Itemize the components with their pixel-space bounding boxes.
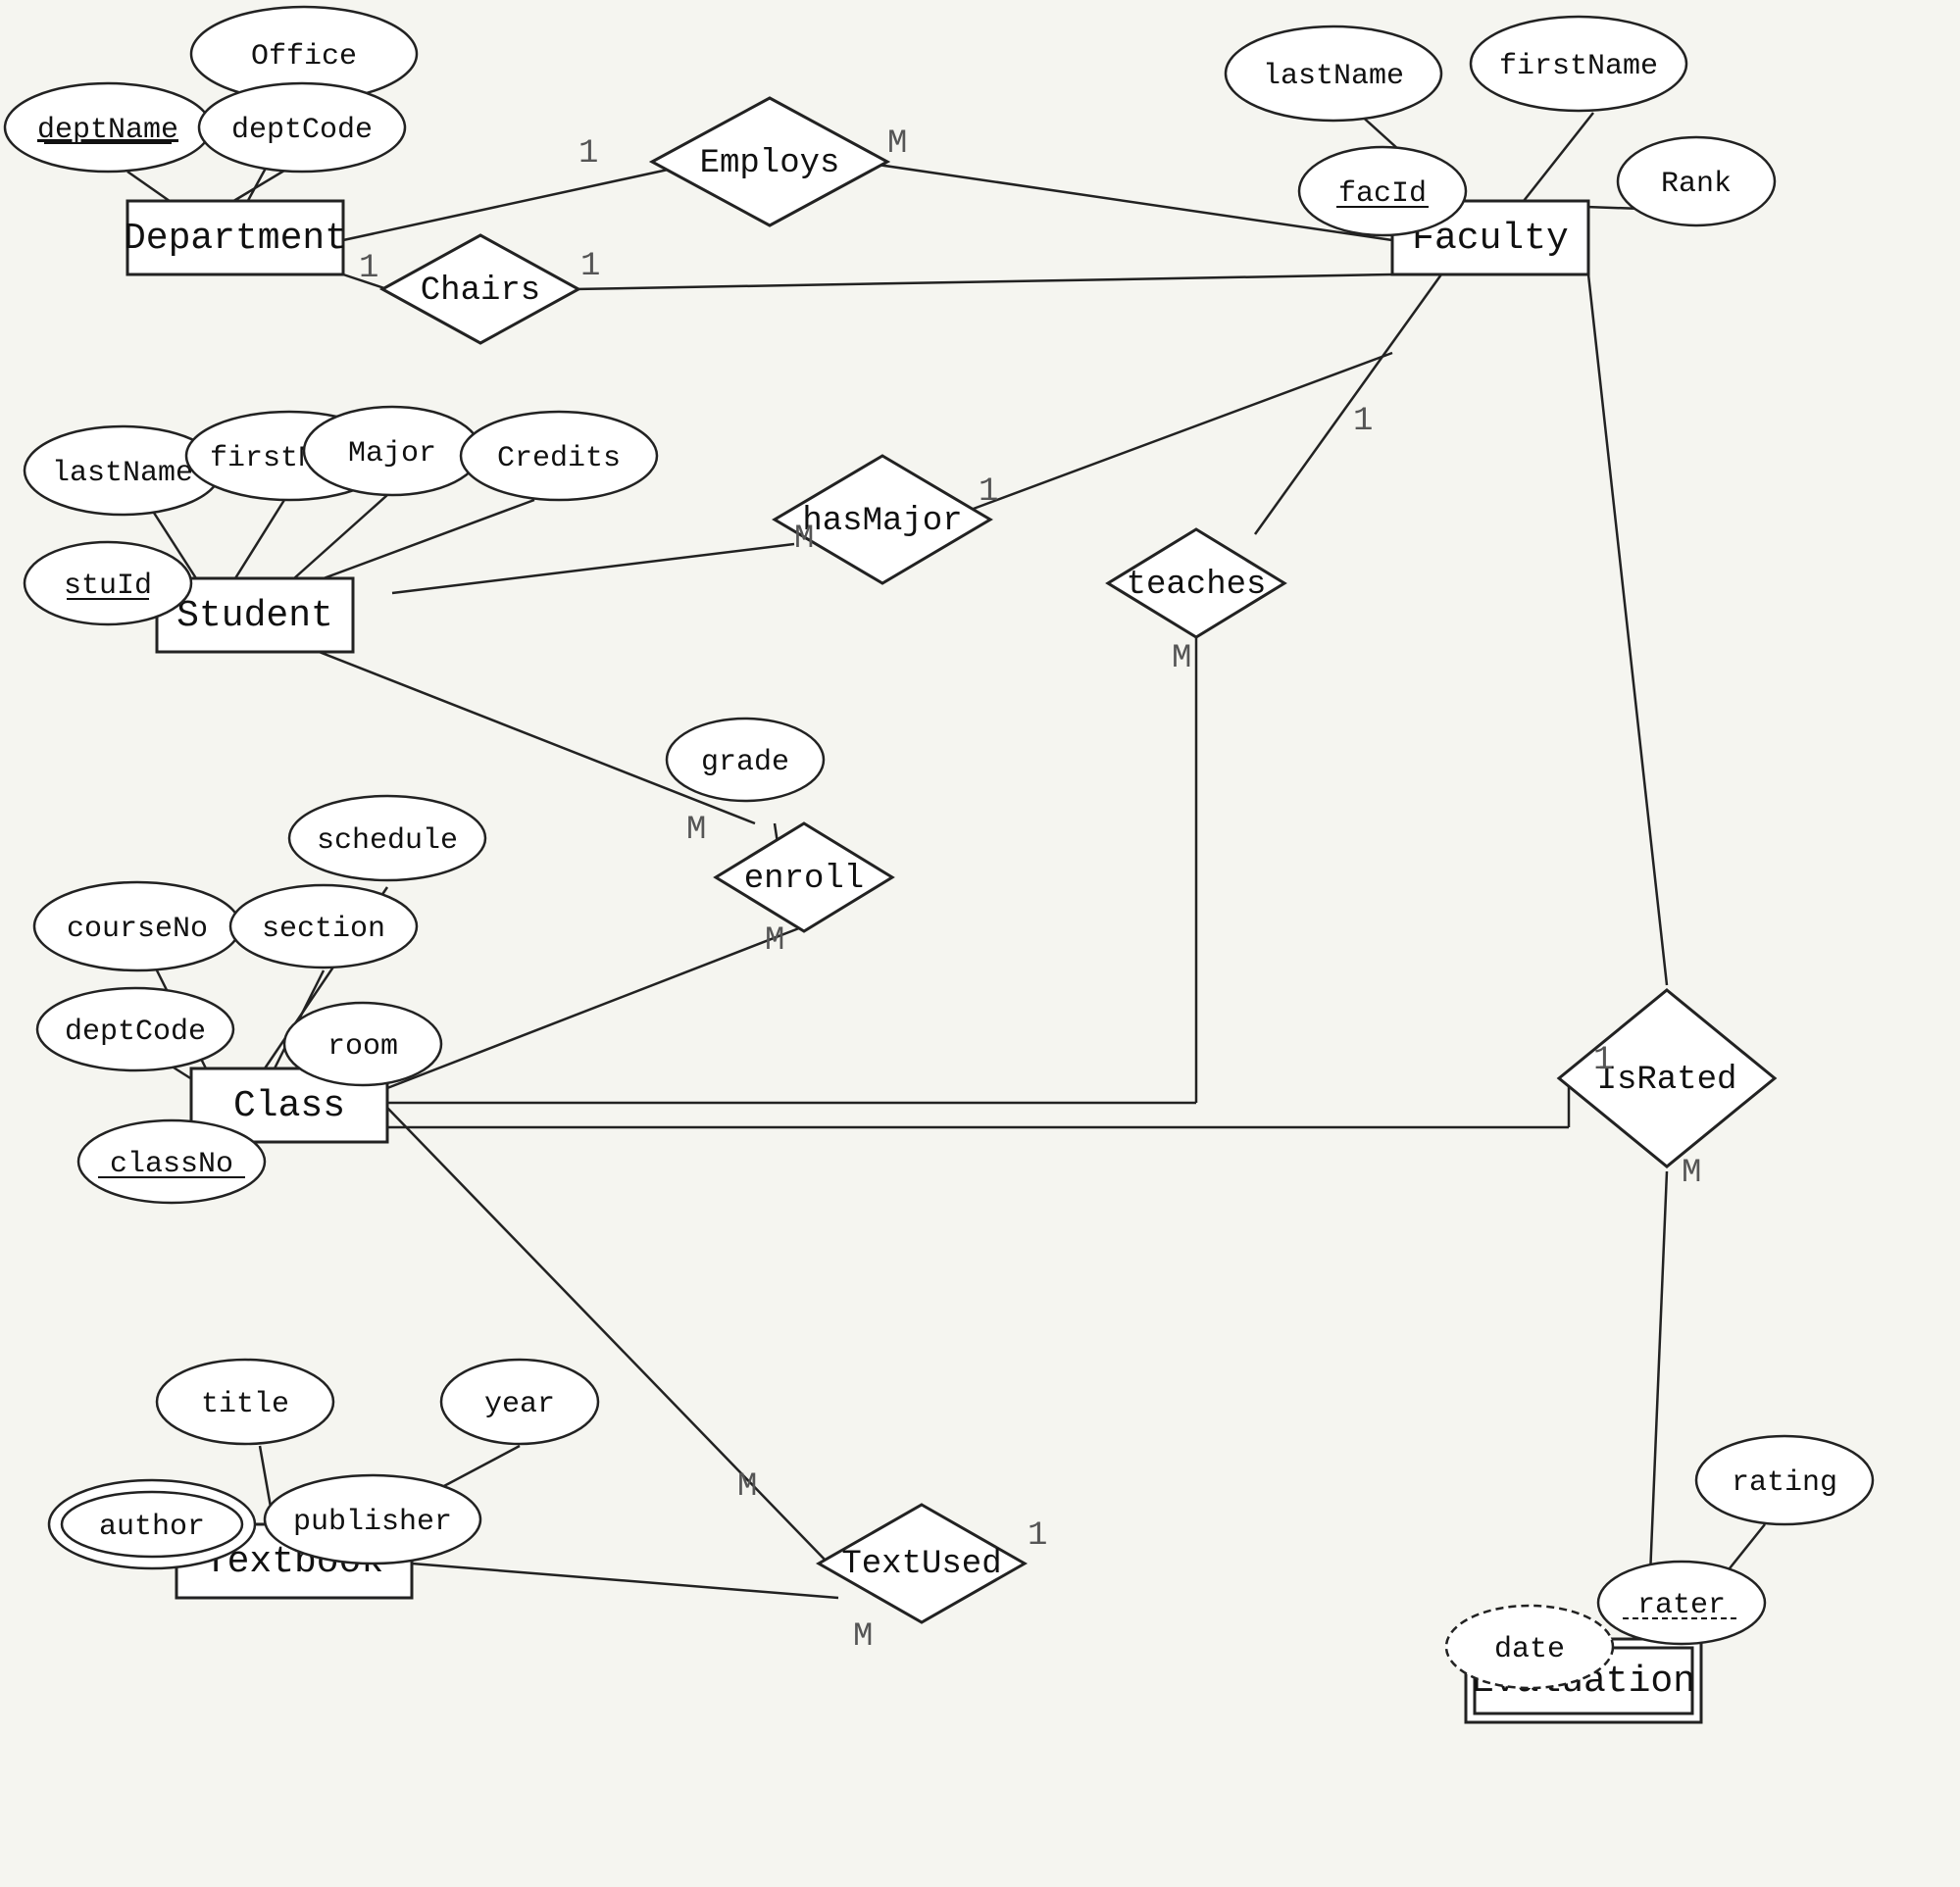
attr-stu-Credits-label: Credits <box>497 442 621 475</box>
attr-stu-stuId-label: stuId <box>64 570 152 603</box>
attr-cls-deptCode-label: deptCode <box>65 1016 206 1049</box>
attr-Office-label: Office <box>251 40 357 74</box>
card-Chairs-1a: 1 <box>359 250 378 287</box>
attr-cls-section-label: section <box>262 913 385 946</box>
rel-enroll-label: enroll <box>744 861 864 898</box>
rel-Employs-label: Employs <box>700 145 840 182</box>
attr-tb-author-label: author <box>99 1511 205 1544</box>
attr-fac-lastName-label: lastName <box>1263 60 1404 93</box>
attr-stu-Major-label: Major <box>348 437 436 471</box>
card-Employs-M: M <box>887 125 907 163</box>
card-Employs-1: 1 <box>578 135 598 173</box>
attr-fac-facId-label: facId <box>1338 177 1427 211</box>
attr-deptName-label: deptName <box>37 114 178 147</box>
rel-Chairs-label: Chairs <box>421 273 540 310</box>
rel-teaches-label: teaches <box>1127 567 1267 604</box>
card-TextUsed-1: 1 <box>1028 1517 1047 1555</box>
entity-Student-label: Student <box>176 595 333 637</box>
attr-ev-rating-label: rating <box>1732 1466 1837 1500</box>
card-hasMajor-M: M <box>794 521 814 558</box>
card-IsRated-1: 1 <box>1593 1042 1613 1079</box>
rel-IsRated-label: IsRated <box>1597 1062 1737 1099</box>
attr-fac-firstName-label: firstName <box>1499 50 1658 83</box>
card-TextUsed-M-cls: M <box>737 1468 757 1506</box>
er-diagram: .entity-rect { fill: white; stroke: #222… <box>0 0 1960 1887</box>
attr-cls-courseNo-label: courseNo <box>67 913 208 946</box>
card-teaches-M: M <box>1172 640 1191 677</box>
attr-stu-lastName-label: lastName <box>52 457 193 490</box>
attr-tb-title-label: title <box>201 1388 289 1421</box>
card-hasMajor-1: 1 <box>979 473 998 511</box>
attr-tb-publisher-label: publisher <box>293 1506 452 1539</box>
attr-ev-rater-label: rater <box>1637 1589 1726 1622</box>
attr-cls-room-label: room <box>327 1030 398 1064</box>
entity-Class-label: Class <box>233 1085 345 1127</box>
card-Chairs-1b: 1 <box>580 248 600 285</box>
rel-TextUsed-label: TextUsed <box>841 1546 1001 1583</box>
attr-deptCode-label: deptCode <box>231 114 373 147</box>
card-IsRated-M: M <box>1682 1155 1701 1192</box>
card-enroll-M-cls: M <box>765 922 784 960</box>
attr-cls-classNo-label: classNo <box>110 1148 233 1181</box>
card-teaches-1: 1 <box>1353 403 1373 440</box>
attr-ev-date-label: date <box>1494 1633 1565 1666</box>
entity-Department-label: Department <box>124 218 347 260</box>
attr-fac-Rank-label: Rank <box>1661 168 1732 201</box>
attr-cls-schedule-label: schedule <box>317 824 458 858</box>
rel-hasMajor-label: hasMajor <box>802 503 962 540</box>
attr-enroll-grade-label: grade <box>701 746 789 779</box>
card-enroll-M-stu: M <box>686 812 706 849</box>
attr-tb-year-label: year <box>484 1388 555 1421</box>
card-TextUsed-M-tb: M <box>853 1618 873 1656</box>
